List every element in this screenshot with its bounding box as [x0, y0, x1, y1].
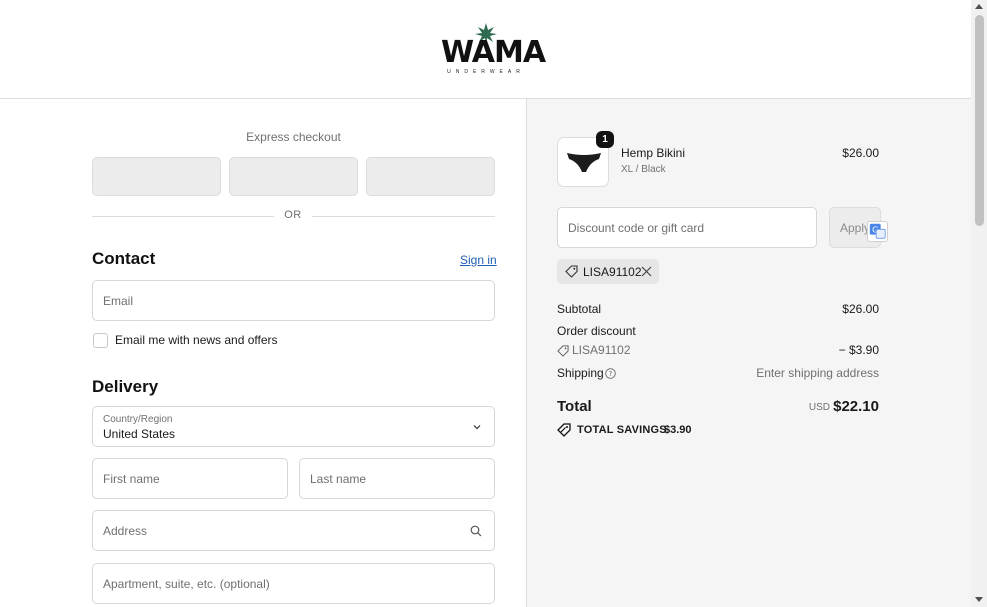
order-discount-code: LISA91102	[572, 343, 631, 357]
svg-text:?: ?	[609, 370, 613, 378]
shipping-value: Enter shipping address	[756, 366, 879, 380]
chevron-down-icon	[473, 425, 481, 430]
logo-subtext: UNDERWEAR	[447, 69, 525, 75]
sign-in-link[interactable]: Sign in	[460, 253, 497, 267]
apply-label: Apply	[840, 221, 871, 235]
express-pay-button-3[interactable]	[366, 157, 495, 196]
product-name: Hemp Bikini	[621, 146, 686, 160]
scrollbar[interactable]	[971, 0, 987, 607]
total-savings-label: TOTAL SAVINGS	[577, 424, 667, 436]
newsletter-checkbox[interactable]	[93, 333, 108, 348]
express-checkout-title: Express checkout	[246, 130, 341, 144]
translate-icon[interactable]: G	[867, 221, 888, 242]
scrollbar-thumb[interactable]	[975, 15, 984, 226]
address-field[interactable]: Address	[92, 510, 495, 551]
header: WAMA UNDERWEAR	[0, 0, 971, 99]
scroll-up-arrow-icon[interactable]	[975, 4, 983, 9]
remove-discount-icon[interactable]	[641, 266, 652, 277]
product-price: $26.00	[842, 146, 879, 160]
country-value: United States	[103, 427, 176, 441]
discount-placeholder: Discount code or gift card	[568, 221, 705, 235]
help-icon[interactable]: ?	[605, 368, 616, 379]
checkout-page: WAMA UNDERWEAR Express checkout OR Conta…	[0, 0, 987, 607]
country-select[interactable]: Country/Region United States	[92, 406, 495, 447]
newsletter-label[interactable]: Email me with news and offers	[115, 333, 278, 347]
checkout-form: Express checkout OR Contact Sign in Emai…	[0, 99, 526, 607]
express-pay-button-1[interactable]	[92, 157, 221, 196]
last-name-placeholder: Last name	[310, 471, 367, 486]
email-field[interactable]: Email	[92, 280, 495, 321]
subtotal-value: $26.00	[842, 302, 879, 316]
bikini-image	[567, 153, 601, 172]
tag-icon	[565, 265, 578, 278]
or-divider-label: OR	[284, 209, 302, 221]
savings-tag-icon	[557, 423, 571, 437]
order-discount-label: Order discount	[557, 324, 636, 338]
product-variant: XL / Black	[621, 164, 666, 175]
express-pay-button-2[interactable]	[229, 157, 358, 196]
store-logo[interactable]: WAMA UNDERWEAR	[441, 22, 546, 78]
subtotal-label: Subtotal	[557, 302, 602, 316]
scroll-down-arrow-icon[interactable]	[975, 597, 983, 602]
search-icon	[470, 525, 482, 537]
first-name-field[interactable]: First name	[92, 458, 288, 499]
tag-icon	[557, 345, 569, 357]
applied-discount-chip: LISA91102	[557, 259, 659, 284]
discount-code-input[interactable]: Discount code or gift card	[557, 207, 817, 248]
total-value: $22.10	[833, 398, 879, 415]
country-label: Country/Region	[103, 414, 173, 425]
applied-code-label: LISA91102	[583, 265, 642, 279]
divider-left	[92, 216, 274, 217]
divider-right	[312, 216, 495, 217]
email-placeholder: Email	[103, 293, 134, 308]
last-name-field[interactable]: Last name	[299, 458, 495, 499]
apartment-placeholder: Apartment, suite, etc. (optional)	[103, 576, 270, 591]
order-discount-value: − $3.90	[838, 343, 879, 357]
shipping-label: Shipping	[557, 366, 604, 380]
apartment-field[interactable]: Apartment, suite, etc. (optional)	[92, 563, 495, 604]
address-placeholder: Address	[103, 523, 148, 538]
total-label: Total	[557, 398, 592, 415]
contact-heading: Contact	[92, 249, 156, 268]
total-savings-value: $3.90	[664, 424, 692, 436]
quantity-badge: 1	[596, 131, 614, 148]
total-currency: USD	[808, 402, 830, 413]
first-name-placeholder: First name	[103, 471, 160, 486]
logo-wordmark: WAMA	[441, 35, 546, 70]
delivery-heading: Delivery	[92, 377, 159, 396]
order-summary: 1 Hemp Bikini XL / Black $26.00 Discount…	[526, 99, 971, 607]
